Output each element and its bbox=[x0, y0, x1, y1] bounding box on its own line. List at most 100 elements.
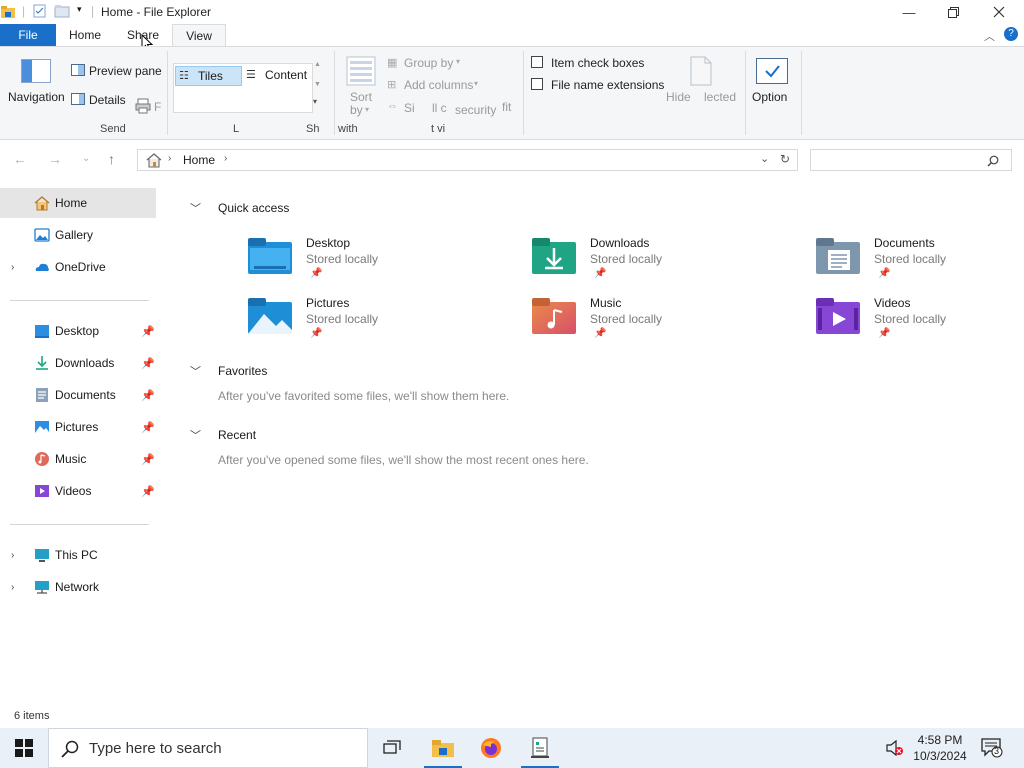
ribbon-view: Navigation Preview pane Details F Send ☷… bbox=[0, 46, 1024, 140]
search-input[interactable] bbox=[810, 149, 1012, 171]
maximize-button[interactable] bbox=[930, 0, 976, 24]
favorites-header[interactable]: ﹀ Favorites bbox=[190, 363, 267, 379]
taskbar-search-placeholder: Type here to search bbox=[89, 739, 222, 757]
expand-chevron-icon[interactable]: › bbox=[11, 262, 14, 273]
app-taskbar-button[interactable] bbox=[517, 728, 563, 768]
add-columns-button[interactable]: Add columns bbox=[404, 78, 473, 92]
customize-toolbar-chevron-icon[interactable]: ▾ bbox=[77, 4, 82, 15]
pin-icon[interactable]: 📌 bbox=[141, 421, 155, 434]
recent-header[interactable]: ﹀ Recent bbox=[190, 427, 256, 443]
file-explorer-taskbar-button[interactable] bbox=[420, 728, 466, 768]
hide-selected-button[interactable]: Hide bbox=[666, 90, 691, 104]
address-history-chevron-icon[interactable]: ⌄ bbox=[760, 152, 769, 165]
tab-file[interactable]: File bbox=[0, 24, 56, 46]
new-folder-icon[interactable] bbox=[54, 4, 70, 18]
hide-selected-icon bbox=[690, 56, 712, 86]
sort-by-icon[interactable] bbox=[346, 56, 376, 86]
task-view-button[interactable] bbox=[369, 728, 415, 768]
preview-pane-icon bbox=[71, 64, 85, 76]
pin-icon: 📌 bbox=[594, 268, 607, 279]
firefox-icon bbox=[481, 738, 501, 758]
documents-folder-icon bbox=[816, 238, 860, 274]
options-button[interactable]: Option bbox=[752, 90, 787, 104]
downloads-folder-icon bbox=[532, 238, 576, 274]
breadcrumb-separator-icon[interactable]: › bbox=[168, 153, 171, 164]
taskbar-search-box[interactable]: Type here to search bbox=[48, 728, 368, 768]
collapse-chevron-icon[interactable]: ﹀ bbox=[190, 363, 204, 379]
quick-access-tile-documents[interactable]: Documents Stored locally 📌 bbox=[816, 236, 1024, 288]
layout-tiles-option[interactable]: ☷ Tiles bbox=[175, 66, 242, 86]
options-icon[interactable] bbox=[756, 58, 788, 84]
nav-item-onedrive[interactable]: › OneDrive bbox=[0, 252, 156, 282]
expand-chevron-icon[interactable]: › bbox=[11, 582, 14, 593]
start-button[interactable] bbox=[0, 728, 48, 768]
clock-time: 4:58 PM bbox=[917, 733, 963, 747]
layout-scroll-down-icon[interactable]: ▼ bbox=[314, 81, 321, 88]
expand-chevron-icon[interactable]: › bbox=[11, 550, 14, 561]
address-row: ← → ⌄ ↑ › Home › ⌄ ↻ bbox=[0, 141, 1024, 179]
tab-home[interactable]: Home bbox=[58, 24, 112, 46]
nav-item-downloads[interactable]: Downloads 📌 bbox=[0, 348, 156, 378]
breadcrumb-home[interactable]: Home bbox=[183, 153, 215, 167]
notifications-icon bbox=[981, 738, 1003, 758]
tab-view[interactable]: View bbox=[172, 24, 226, 46]
nav-item-videos[interactable]: Videos 📌 bbox=[0, 476, 156, 506]
minimize-button[interactable]: — bbox=[886, 0, 932, 24]
pin-icon[interactable]: 📌 bbox=[141, 325, 155, 338]
nav-item-documents[interactable]: Documents 📌 bbox=[0, 380, 156, 410]
favorites-empty-message: After you've favorited some files, we'll… bbox=[218, 389, 510, 403]
quick-access-tile-videos[interactable]: Videos Stored locally 📌 bbox=[816, 296, 1024, 348]
layout-expand-icon[interactable]: ▾ bbox=[313, 97, 317, 106]
back-arrow-icon[interactable]: ← bbox=[13, 151, 27, 167]
collapse-chevron-icon[interactable]: ﹀ bbox=[190, 200, 204, 216]
address-bar[interactable]: › Home › ⌄ ↻ bbox=[137, 149, 798, 171]
quick-access-tile-downloads[interactable]: Downloads Stored locally 📌 bbox=[532, 236, 792, 288]
breadcrumb-chevron-icon[interactable]: › bbox=[224, 153, 227, 164]
navigation-pane-icon[interactable] bbox=[21, 59, 51, 83]
quick-access-tile-pictures[interactable]: Pictures Stored locally 📌 bbox=[248, 296, 508, 348]
notification-center-button[interactable]: 3 bbox=[981, 738, 1003, 758]
group-by-button[interactable]: Group by bbox=[404, 56, 453, 70]
desktop-icon bbox=[35, 325, 49, 338]
quick-access-tile-music[interactable]: Music Stored locally 📌 bbox=[532, 296, 792, 348]
nav-item-desktop[interactable]: Desktop 📌 bbox=[0, 316, 156, 346]
nav-item-pictures[interactable]: Pictures 📌 bbox=[0, 412, 156, 442]
recent-locations-chevron-icon[interactable]: ⌄ bbox=[82, 153, 90, 164]
nav-item-network[interactable]: › Network bbox=[0, 572, 156, 602]
item-check-boxes-label: Item check boxes bbox=[551, 56, 645, 70]
details-pane-button[interactable]: Details bbox=[89, 93, 126, 107]
refresh-icon[interactable]: ↻ bbox=[780, 152, 790, 166]
ribbon-tabs: File Home Share View ︿ ? bbox=[0, 24, 1024, 52]
pin-icon[interactable]: 📌 bbox=[141, 485, 155, 498]
navigation-pane-button[interactable]: Navigation bbox=[8, 90, 65, 104]
preview-pane-button[interactable]: Preview pane bbox=[89, 64, 162, 78]
collapse-chevron-icon[interactable]: ﹀ bbox=[190, 427, 204, 443]
close-button[interactable] bbox=[976, 0, 1022, 24]
nav-item-home[interactable]: Home bbox=[0, 188, 156, 218]
minimize-ribbon-chevron-icon[interactable]: ︿ bbox=[984, 28, 995, 44]
print-icon[interactable] bbox=[135, 98, 151, 114]
task-view-icon bbox=[383, 740, 401, 754]
nav-item-music[interactable]: Music 📌 bbox=[0, 444, 156, 474]
home-icon bbox=[34, 196, 50, 211]
pin-icon: 📌 bbox=[594, 328, 607, 339]
quick-access-header[interactable]: ﹀ Quick access bbox=[190, 200, 289, 216]
quick-access-tile-desktop[interactable]: Desktop Stored locally 📌 bbox=[248, 236, 508, 288]
up-arrow-icon[interactable]: ↑ bbox=[108, 151, 115, 167]
pin-icon[interactable]: 📌 bbox=[141, 389, 155, 402]
item-check-boxes-checkbox[interactable] bbox=[531, 56, 543, 68]
file-name-extensions-checkbox[interactable] bbox=[531, 78, 543, 90]
windows-logo-icon bbox=[15, 739, 33, 757]
nav-item-gallery[interactable]: Gallery bbox=[0, 220, 156, 250]
properties-icon[interactable] bbox=[33, 4, 47, 18]
pin-icon[interactable]: 📌 bbox=[141, 357, 155, 370]
nav-item-this-pc[interactable]: › This PC bbox=[0, 540, 156, 570]
taskbar-clock[interactable]: 4:58 PM 10/3/2024 bbox=[910, 732, 970, 764]
firefox-taskbar-button[interactable] bbox=[468, 728, 514, 768]
volume-muted-icon[interactable] bbox=[886, 740, 904, 756]
help-icon[interactable]: ? bbox=[1004, 27, 1018, 41]
layout-content-option[interactable]: ☰ Content bbox=[244, 66, 310, 86]
layout-scroll-up-icon[interactable]: ▲ bbox=[314, 61, 321, 68]
forward-arrow-icon[interactable]: → bbox=[48, 151, 62, 167]
pin-icon[interactable]: 📌 bbox=[141, 453, 155, 466]
